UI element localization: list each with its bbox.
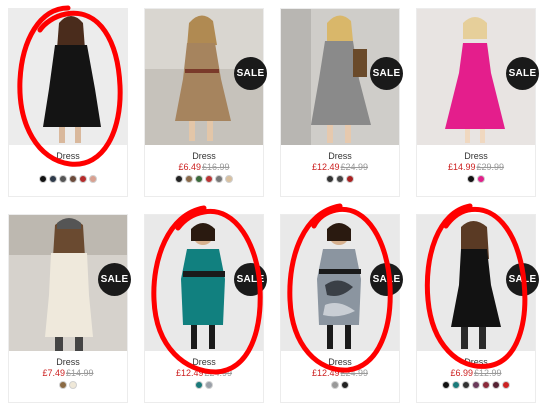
original-price: £24.99 xyxy=(340,368,369,378)
product-card[interactable]: SALE Dress £6.99£12.99 xyxy=(416,214,539,403)
color-swatch[interactable] xyxy=(215,175,223,183)
sale-badge: SALE xyxy=(98,263,131,296)
color-swatch[interactable] xyxy=(472,381,480,389)
color-swatches xyxy=(145,175,263,183)
product-title[interactable]: Dress xyxy=(9,357,127,367)
product-card[interactable]: SALE Dress £6.49£16.99 xyxy=(144,8,267,197)
product-price: £6.99£12.99 xyxy=(417,368,535,379)
sale-price: £6.49 xyxy=(178,162,201,172)
color-swatch[interactable] xyxy=(195,175,203,183)
color-swatch[interactable] xyxy=(326,175,334,183)
product-card[interactable]: SALE Dress £12.49£24.99 xyxy=(280,8,403,197)
original-price: £12.99 xyxy=(474,368,502,378)
sale-price: £6.99 xyxy=(450,368,473,378)
color-swatch[interactable] xyxy=(477,175,485,183)
color-swatch[interactable] xyxy=(49,175,57,183)
color-swatches xyxy=(145,381,263,389)
color-swatch[interactable] xyxy=(195,381,203,389)
sale-price: £14.99 xyxy=(447,162,476,172)
product-title[interactable]: Dress xyxy=(145,357,263,367)
color-swatches xyxy=(417,175,535,183)
color-swatch[interactable] xyxy=(502,381,510,389)
product-card[interactable]: SALE Dress £14.99£29.99 xyxy=(416,8,539,197)
product-price: £12.49£24.99 xyxy=(145,368,263,379)
color-swatch[interactable] xyxy=(69,381,77,389)
sale-badge: SALE xyxy=(370,57,403,90)
sale-price: £12.49 xyxy=(175,368,204,378)
product-grid: Dress SALE Dress £6.49£16.99 SALE Dress … xyxy=(0,0,550,413)
product-price: £6.49£16.99 xyxy=(145,162,263,173)
color-swatches xyxy=(417,381,535,389)
color-swatch[interactable] xyxy=(205,381,213,389)
product-price: £12.49£24.99 xyxy=(281,368,399,379)
product-price xyxy=(9,162,127,173)
sale-price: £12.49 xyxy=(311,368,340,378)
color-swatch[interactable] xyxy=(462,381,470,389)
sale-badge: SALE xyxy=(234,263,267,296)
product-card[interactable]: SALE Dress £12.49£24.99 xyxy=(144,214,267,403)
color-swatch[interactable] xyxy=(492,381,500,389)
product-title[interactable]: Dress xyxy=(145,151,263,161)
product-title[interactable]: Dress xyxy=(281,151,399,161)
color-swatch[interactable] xyxy=(341,381,349,389)
original-price: £16.99 xyxy=(202,162,230,172)
color-swatch[interactable] xyxy=(346,175,354,183)
color-swatch[interactable] xyxy=(336,175,344,183)
color-swatch[interactable] xyxy=(59,381,67,389)
product-price: £12.49£24.99 xyxy=(281,162,399,173)
color-swatch[interactable] xyxy=(467,175,475,183)
product-card[interactable]: SALE Dress £7.49£14.99 xyxy=(8,214,131,403)
color-swatches xyxy=(9,175,127,183)
product-title[interactable]: Dress xyxy=(9,151,127,161)
color-swatch[interactable] xyxy=(482,381,490,389)
color-swatch[interactable] xyxy=(452,381,460,389)
color-swatches xyxy=(281,175,399,183)
sale-badge: SALE xyxy=(234,57,267,90)
original-price: £24.99 xyxy=(340,162,369,172)
color-swatch[interactable] xyxy=(331,381,339,389)
color-swatch[interactable] xyxy=(39,175,47,183)
color-swatches xyxy=(9,381,127,389)
color-swatches xyxy=(281,381,399,389)
product-title[interactable]: Dress xyxy=(417,357,535,367)
color-swatch[interactable] xyxy=(442,381,450,389)
original-price: £14.99 xyxy=(66,368,94,378)
product-photo xyxy=(9,9,127,145)
sale-badge: SALE xyxy=(370,263,403,296)
color-swatch[interactable] xyxy=(225,175,233,183)
sale-price: £12.49 xyxy=(311,162,340,172)
product-card[interactable]: Dress xyxy=(8,8,128,197)
original-price: £24.99 xyxy=(204,368,233,378)
sale-badge: SALE xyxy=(506,57,539,90)
product-card[interactable]: SALE Dress £12.49£24.99 xyxy=(280,214,403,403)
color-swatch[interactable] xyxy=(205,175,213,183)
color-swatch[interactable] xyxy=(89,175,97,183)
color-swatch[interactable] xyxy=(185,175,193,183)
product-title[interactable]: Dress xyxy=(281,357,399,367)
color-swatch[interactable] xyxy=(79,175,87,183)
product-image[interactable] xyxy=(9,9,127,145)
sale-badge: SALE xyxy=(506,263,539,296)
product-price: £14.99£29.99 xyxy=(417,162,535,173)
original-price: £29.99 xyxy=(476,162,505,172)
color-swatch[interactable] xyxy=(69,175,77,183)
product-title[interactable]: Dress xyxy=(417,151,535,161)
sale-price: £7.49 xyxy=(42,368,65,378)
color-swatch[interactable] xyxy=(59,175,67,183)
color-swatch[interactable] xyxy=(175,175,183,183)
product-price: £7.49£14.99 xyxy=(9,368,127,379)
